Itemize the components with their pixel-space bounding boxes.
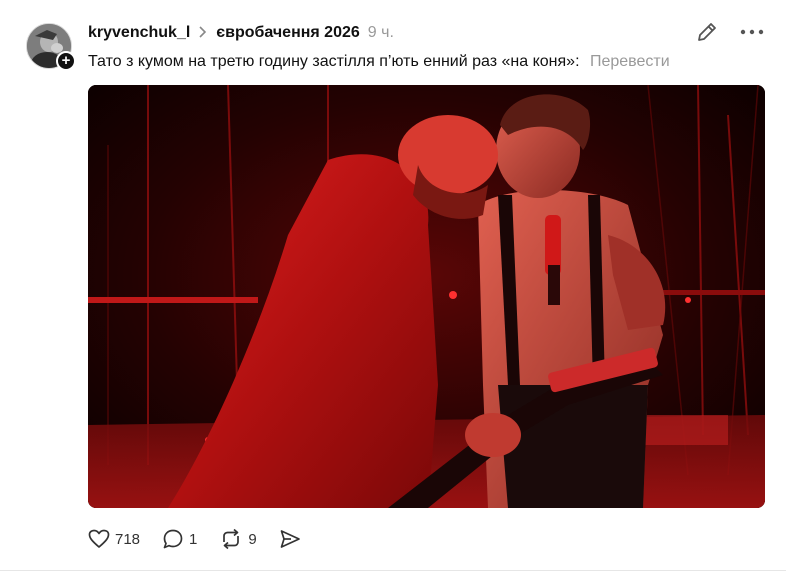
comment-icon — [162, 528, 184, 550]
repost-count: 9 — [248, 530, 257, 548]
post-caption: Тато з кумом на третю годину застілля п’… — [88, 53, 670, 71]
like-count: 718 — [115, 530, 141, 548]
chevron-right-icon — [198, 25, 208, 42]
post-actions: 718 1 9 — [88, 527, 323, 551]
post-media-photo[interactable] — [88, 85, 765, 508]
post-time[interactable]: 9 ч. — [368, 24, 394, 42]
more-icon[interactable] — [739, 20, 765, 44]
repost-button[interactable]: 9 — [219, 528, 257, 550]
share-button[interactable] — [279, 528, 301, 550]
pencil-icon[interactable] — [695, 20, 719, 44]
share-icon — [279, 528, 301, 550]
translate-link[interactable]: Перевести — [590, 53, 670, 70]
follow-plus-icon[interactable]: + — [56, 51, 76, 71]
like-button[interactable]: 718 — [88, 529, 140, 549]
post-header: kryvenchuk_l євробачення 2026 9 ч. — [88, 22, 394, 44]
heart-icon — [88, 529, 110, 549]
stage-performance-photo — [88, 85, 765, 508]
caption-text: Тато з кумом на третю годину застілля п’… — [88, 53, 580, 70]
topic-tag[interactable]: євробачення 2026 — [216, 24, 360, 42]
repost-icon — [219, 528, 243, 550]
author-avatar[interactable]: + — [26, 23, 76, 71]
author-username[interactable]: kryvenchuk_l — [88, 24, 190, 42]
thread-post: + kryvenchuk_l євробачення 2026 9 ч. Тат… — [0, 0, 786, 571]
comment-button[interactable]: 1 — [162, 528, 197, 550]
comment-count: 1 — [189, 530, 198, 548]
